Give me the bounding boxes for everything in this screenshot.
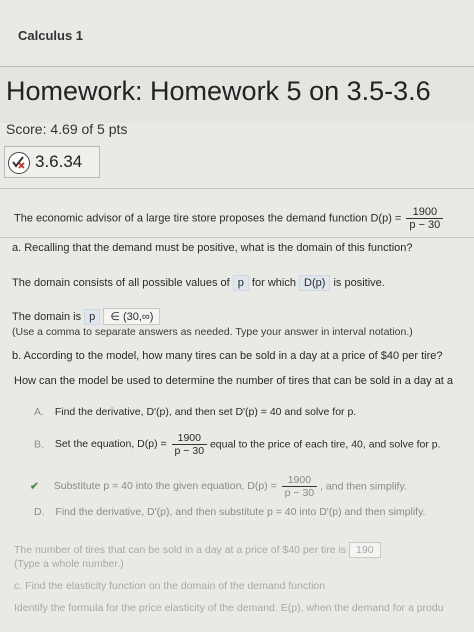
option-b-text-after: equal to the price of each tire, 40, and… [209,438,441,451]
dp-highlight: D(p) [299,275,331,291]
fraction-denominator: p − 30 [409,219,441,231]
domain-answer-input[interactable]: ∈ (30,∞) [103,308,161,325]
domain-suffix: is positive. [333,277,385,289]
score-label: Score: 4.69 of 5 pts [6,121,128,137]
fraction-numerator: 1900 [406,206,444,219]
problem-statement: The economic advisor of a large tire sto… [14,206,444,231]
divider [0,188,474,189]
fraction-numerator: 1900 [281,474,318,487]
part-b-question: b. According to the model, how many tire… [12,350,443,362]
option-d[interactable]: D. Find the derivative, D'(p), and then … [34,506,425,518]
question-number: 3.6.34 [35,152,83,171]
domain-is-label: The domain is [12,311,82,323]
option-a-text: Find the derivative, D'(p), and then set… [54,406,357,418]
option-d-text: Find the derivative, D'(p), and then sub… [55,506,426,518]
result-answer-input[interactable]: 190 [349,542,381,558]
part-c-question: c. Find the elasticity function on the d… [14,580,326,592]
part-b-subquestion: How can the model be used to determine t… [14,375,454,387]
course-title: Calculus 1 [18,28,84,43]
p-highlight: p [232,275,249,291]
divider [0,237,474,238]
question-selector[interactable]: 3.6.34 [4,146,100,178]
homework-title: Homework: Homework 5 on 3.5-3.6 [6,76,431,106]
option-b[interactable]: B. Set the equation, D(p) = 1900 p − 30 … [34,432,441,457]
part-c-subquestion: Identify the formula for the price elast… [14,602,444,614]
option-a-marker: A. [34,406,44,418]
partial-credit-icon [8,152,30,174]
option-c[interactable]: ✔ Substitute p = 40 into the given equat… [30,474,407,499]
part-a-question: a. Recalling that the demand must be pos… [12,242,413,254]
domain-middle: for which [251,277,296,289]
answer-variable: p [84,309,101,325]
selected-check-icon: ✔ [30,480,39,493]
option-b-text-before: Set the equation, D(p) = [54,438,167,451]
result-line: The number of tires that can be sold in … [14,542,381,558]
domain-hint: (Use a comma to separate answers as need… [12,326,413,338]
fraction-denominator: p − 30 [284,487,315,499]
domain-prefix: The domain consists of all possible valu… [12,277,230,289]
problem-intro: The economic advisor of a large tire sto… [14,212,402,225]
demand-fraction: 1900 p − 30 [406,206,444,231]
option-c-text-after: , and then simplify. [320,480,407,493]
option-b-fraction: 1900 p − 30 [171,432,208,457]
result-hint: (Type a whole number.) [14,558,124,570]
domain-answer-line: The domain is p ∈ (30,∞) [12,308,161,325]
option-c-fraction: 1900 p − 30 [281,474,318,499]
option-a[interactable]: A. Find the derivative, D'(p), and then … [34,406,356,418]
result-prefix: The number of tires that can be sold in … [14,544,347,556]
fraction-denominator: p − 30 [174,445,205,457]
option-d-marker: D. [34,506,45,518]
option-b-marker: B. [34,438,44,451]
domain-sentence: The domain consists of all possible valu… [12,275,385,291]
option-c-text-before: Substitute p = 40 into the given equatio… [53,480,277,493]
fraction-numerator: 1900 [171,432,208,445]
